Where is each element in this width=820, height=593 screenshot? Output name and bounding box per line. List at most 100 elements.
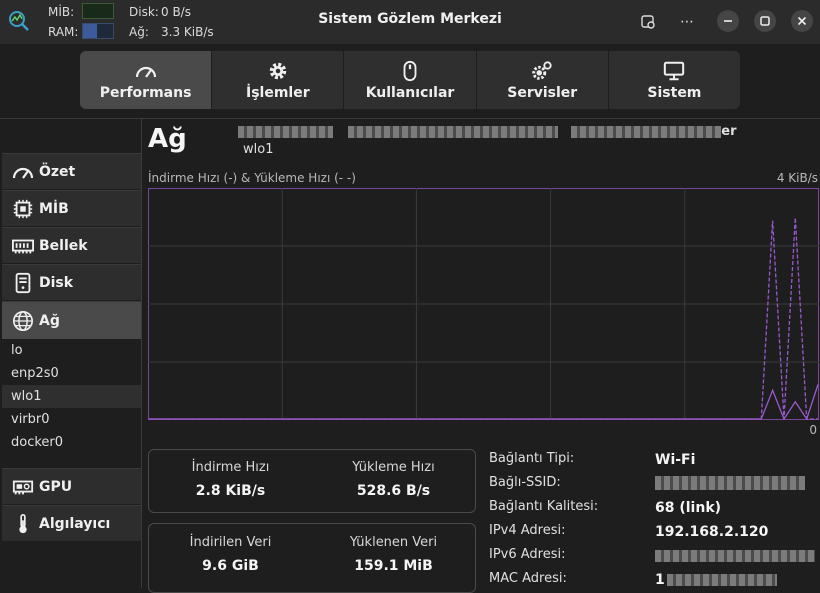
- close-icon: [797, 16, 807, 26]
- connection-type-label: Bağlantı Tipi:: [489, 451, 575, 466]
- interface-item-virbr0[interactable]: virbr0: [2, 408, 141, 431]
- disk-mini-value: 0 B/s: [161, 5, 191, 19]
- speed-panel: İndirme Hızı 2.8 KiB/s Yükleme Hızı 528.…: [148, 449, 476, 513]
- menu-button[interactable]: ⋯: [677, 12, 697, 32]
- tab-users[interactable]: Kullanıcılar: [344, 51, 477, 109]
- interface-item-lo[interactable]: lo: [2, 339, 141, 362]
- minimize-icon: [724, 20, 732, 22]
- tab-system[interactable]: Sistem: [608, 51, 740, 109]
- interface-name: wlo1: [243, 142, 274, 157]
- redacted-text: [655, 550, 815, 562]
- upload-speed-value: 528.6 B/s: [356, 483, 431, 499]
- disk-icon: [15, 272, 31, 293]
- upload-speed-label: Yükleme Hızı: [352, 460, 435, 475]
- minimize-button[interactable]: [717, 10, 739, 32]
- upload-speed-cell: Yükleme Hızı 528.6 B/s: [312, 460, 475, 499]
- sidebar-item-label: Ağ: [39, 312, 60, 329]
- net-mini-value: 3.3 KiB/s: [161, 25, 214, 39]
- download-speed-cell: İndirme Hızı 2.8 KiB/s: [149, 460, 312, 499]
- uploaded-label: Yüklenen Veri: [349, 535, 438, 550]
- more-icon: ⋯: [680, 14, 694, 30]
- chart-max-label: 4 KiB/s: [776, 171, 818, 185]
- gears-icon: [532, 60, 552, 80]
- close-button[interactable]: [791, 10, 813, 32]
- gauge-icon: [135, 66, 156, 78]
- redacted-text: [666, 574, 777, 586]
- sidebar-item-label: MİB: [39, 200, 69, 217]
- redacted-text: [571, 125, 722, 138]
- ipv4-label: IPv4 Adresi:: [489, 523, 566, 538]
- chart-title: İndirme Hızı (-) & Yükleme Hızı (- -): [148, 171, 356, 185]
- redacted-text: [238, 125, 333, 138]
- window-title: Sistem Gözlem Merkezi: [318, 11, 502, 27]
- sidebar-item-label: Özet: [39, 163, 76, 180]
- page-title: Ağ: [148, 124, 187, 154]
- maximize-icon: [760, 16, 770, 26]
- sidebar-item-label: GPU: [39, 478, 73, 495]
- device-name-suffix: er: [721, 124, 737, 139]
- tab-label: Kullanıcılar: [365, 84, 455, 101]
- sidebar-item-summary[interactable]: Özet: [2, 153, 141, 189]
- tab-performance[interactable]: Performans: [80, 51, 213, 109]
- gpu-icon: [12, 480, 34, 494]
- sidebar-item-label: Algılayıcı: [39, 515, 111, 532]
- sidebar-item-sensors[interactable]: Algılayıcı: [2, 505, 141, 541]
- app-icon: [9, 11, 29, 31]
- ssid-label: Bağlı-SSID:: [489, 475, 561, 490]
- sidebar-item-label: Disk: [39, 274, 74, 291]
- connection-quality-label: Bağlantı Kalitesi:: [489, 499, 599, 514]
- tab-label: İşlemler: [245, 84, 310, 101]
- monitor-icon: [664, 61, 685, 80]
- ipv6-label: IPv6 Adresi:: [489, 547, 566, 562]
- sidebar-item-cpu[interactable]: MİB: [2, 190, 141, 226]
- tab-label: Sistem: [647, 84, 702, 101]
- network-chart: [148, 188, 819, 420]
- main-tab-bar: Performans İşlemler Kullanıcılar Servisl…: [80, 51, 740, 109]
- ram-mini-fill: [83, 24, 97, 38]
- title-bar: MİB: RAM: Disk: 0 B/s Ağ: 3.3 KiB/s Sist…: [0, 0, 820, 44]
- net-mini-label: Ağ:: [129, 25, 149, 39]
- downloaded-cell: İndirilen Veri 9.6 GiB: [149, 535, 312, 574]
- ram-mini-label: RAM:: [48, 25, 79, 39]
- interface-item-wlo1[interactable]: wlo1: [2, 385, 141, 408]
- mac-label: MAC Adresi:: [489, 571, 567, 586]
- interface-item-docker0[interactable]: docker0: [2, 431, 141, 454]
- data-total-panel: İndirilen Veri 9.6 GiB Yüklenen Veri 159…: [148, 523, 476, 593]
- downloaded-label: İndirilen Veri: [189, 535, 272, 550]
- globe-icon: [13, 310, 33, 331]
- mouse-icon: [403, 60, 417, 81]
- tab-services[interactable]: Servisler: [476, 51, 609, 109]
- screenshot-button[interactable]: [638, 12, 658, 32]
- sidebar-item-disk[interactable]: Disk: [2, 264, 141, 300]
- cpu-mini-label: MİB:: [48, 5, 75, 19]
- mac-value-prefix: 1: [655, 572, 665, 588]
- disk-mini-label: Disk:: [129, 5, 159, 19]
- sidebar-item-label: Bellek: [39, 237, 88, 254]
- download-speed-value: 2.8 KiB/s: [195, 483, 266, 499]
- connection-type-value: Wi-Fi: [655, 452, 696, 468]
- interface-item-enp2s0[interactable]: enp2s0: [2, 362, 141, 385]
- sidebar-item-gpu[interactable]: GPU: [2, 468, 141, 504]
- memory-icon: [12, 239, 34, 253]
- mac-value: 1: [655, 572, 777, 588]
- ssid-value: [655, 475, 805, 491]
- ram-mini-graph: [82, 23, 114, 39]
- uploaded-value: 159.1 MiB: [354, 558, 433, 574]
- download-speed-label: İndirme Hızı: [191, 460, 270, 475]
- maximize-button[interactable]: [754, 10, 776, 32]
- sidebar-item-memory[interactable]: Bellek: [2, 227, 141, 263]
- ipv4-value: 192.168.2.120: [655, 524, 769, 540]
- chart-min-label: 0: [809, 423, 817, 437]
- gear-icon: [269, 62, 287, 79]
- tab-processes[interactable]: İşlemler: [212, 51, 345, 109]
- redacted-text: [348, 125, 559, 138]
- sidebar-item-network[interactable]: Ağ: [2, 301, 141, 339]
- screenshot-icon: [641, 15, 655, 29]
- tab-label: Performans: [99, 84, 192, 101]
- cpu-icon: [13, 199, 33, 218]
- downloaded-value: 9.6 GiB: [202, 558, 259, 574]
- tab-label: Servisler: [507, 84, 578, 101]
- cpu-mini-graph: [82, 3, 114, 19]
- redacted-text: [655, 476, 805, 490]
- ipv6-value: [655, 548, 815, 564]
